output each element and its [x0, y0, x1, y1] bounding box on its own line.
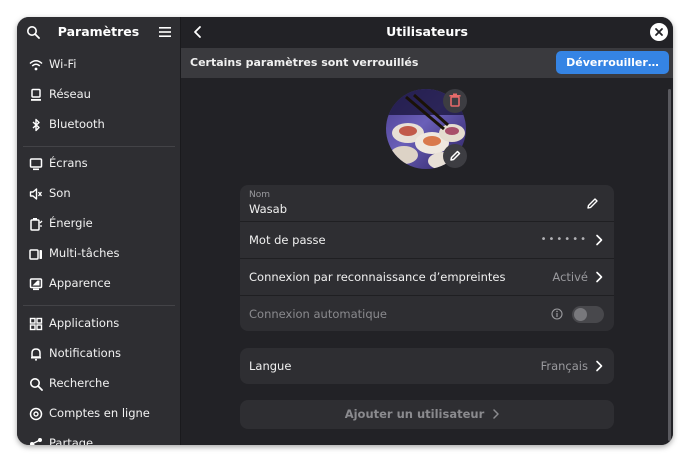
locked-banner-text: Certains paramètres sont verrouillés [190, 56, 419, 69]
autologin-row: Connexion automatique [240, 296, 614, 331]
close-button[interactable] [650, 23, 668, 41]
sidebar-item-search[interactable]: Recherche [17, 369, 180, 399]
account-card: Nom Wasab Mot de passe •••••• Connexion … [240, 185, 614, 331]
close-icon [655, 28, 663, 36]
chevron-right-icon [596, 271, 603, 283]
sidebar-item-label: Réseau [49, 87, 91, 101]
autologin-toggle[interactable] [572, 306, 604, 323]
online-accounts-icon [29, 407, 43, 421]
sidebar-item-bluetooth[interactable]: Bluetooth [17, 110, 180, 140]
sidebar-item-multitasking[interactable]: Multi-tâches [17, 239, 180, 269]
edit-avatar-button[interactable] [443, 144, 467, 168]
sidebar-item-applications[interactable]: Applications [17, 309, 180, 339]
sidebar-item-label: Énergie [49, 216, 93, 230]
fingerprint-label: Connexion par reconnaissance d’empreinte… [249, 270, 506, 284]
fingerprint-value: Activé [552, 270, 588, 284]
sidebar-item-appearance[interactable]: Apparence [17, 269, 180, 299]
sidebar-item-label: Notifications [49, 346, 121, 360]
sidebar-item-label: Son [49, 186, 71, 200]
network-icon [31, 88, 41, 101]
add-user-text: Ajouter un utilisateur [344, 407, 485, 421]
bluetooth-icon [32, 118, 40, 132]
fingerprint-row[interactable]: Connexion par reconnaissance d’empreinte… [240, 259, 614, 295]
bell-icon [31, 348, 41, 361]
pencil-icon[interactable] [586, 196, 600, 210]
search-icon [30, 378, 43, 391]
main-panel: Utilisateurs Certains paramètres sont ve… [181, 17, 673, 445]
sidebar-item-label: Comptes en ligne [49, 406, 150, 420]
power-icon [30, 218, 43, 231]
sidebar-item-label: Apparence [49, 276, 111, 290]
page-title: Utilisateurs [386, 24, 468, 39]
language-value: Français [540, 359, 588, 373]
delete-avatar-button[interactable] [443, 89, 467, 113]
sidebar-item-label: Bluetooth [49, 117, 105, 131]
sidebar-item-label: Écrans [49, 156, 88, 170]
chevron-right-icon [596, 360, 603, 372]
sidebar-item-label: Wi-Fi [49, 57, 77, 71]
main-header: Utilisateurs [181, 17, 673, 47]
sidebar-item-sound[interactable]: Son [17, 179, 180, 209]
language-label: Langue [249, 359, 292, 373]
language-card[interactable]: Langue Français [240, 348, 614, 384]
trash-icon [449, 93, 461, 107]
password-label: Mot de passe [249, 233, 326, 247]
info-icon[interactable] [551, 308, 563, 320]
sidebar-header: Paramètres [17, 17, 180, 47]
unlock-button[interactable]: Déverrouiller… [556, 51, 669, 74]
locked-banner: Certains paramètres sont verrouillés Dév… [181, 48, 673, 78]
sidebar-item-label: Partage [49, 436, 94, 445]
name-row[interactable]: Nom Wasab [240, 185, 614, 221]
sidebar-divider [23, 146, 175, 147]
hamburger-menu-icon[interactable] [159, 26, 171, 38]
appearance-icon [29, 278, 43, 291]
apps-icon [29, 317, 43, 331]
sidebar-title: Paramètres [57, 24, 140, 39]
password-row[interactable]: Mot de passe •••••• [240, 222, 614, 258]
display-icon [29, 158, 43, 171]
multitasking-icon [29, 249, 42, 260]
sidebar-item-label: Multi-tâches [49, 246, 120, 260]
settings-window: Paramètres Wi-Fi Réseau Bluetooth Écrans… [17, 17, 673, 445]
sidebar-item-wifi[interactable]: Wi-Fi [17, 50, 180, 80]
scrollbar[interactable] [668, 89, 671, 441]
add-user-label: Ajouter un utilisateur [240, 407, 605, 421]
sidebar-item-power[interactable]: Énergie [17, 209, 180, 239]
sidebar-item-displays[interactable]: Écrans [17, 149, 180, 179]
password-value: •••••• [540, 234, 588, 245]
sidebar-item-network[interactable]: Réseau [17, 80, 180, 110]
sidebar-item-sharing[interactable]: Partage [17, 429, 180, 445]
wifi-icon [29, 60, 43, 71]
sound-icon [29, 188, 43, 200]
chevron-right-icon [596, 234, 603, 246]
autologin-label: Connexion automatique [249, 307, 387, 321]
sidebar-item-online-accounts[interactable]: Comptes en ligne [17, 399, 180, 429]
sidebar-divider [23, 305, 175, 306]
sidebar: Paramètres Wi-Fi Réseau Bluetooth Écrans… [17, 17, 181, 445]
sidebar-item-label: Recherche [49, 376, 110, 390]
name-label: Nom [249, 190, 271, 200]
sidebar-item-label: Applications [49, 316, 120, 330]
add-user-button[interactable]: Ajouter un utilisateur [240, 400, 614, 429]
sidebar-item-notifications[interactable]: Notifications [17, 339, 180, 369]
toggle-knob [574, 308, 587, 321]
share-icon [30, 438, 42, 445]
name-value: Wasab [249, 202, 288, 216]
chevron-right-icon [493, 409, 500, 419]
pencil-icon [450, 150, 461, 161]
